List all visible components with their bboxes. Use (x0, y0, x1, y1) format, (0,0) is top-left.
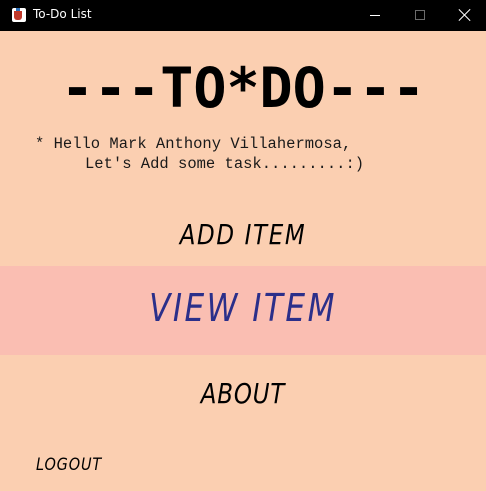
greeting-line-1: * Hello Mark Anthony Villahermosa, (35, 135, 352, 153)
view-item-button[interactable]: VIEW ITEM (44, 286, 443, 330)
close-button[interactable] (442, 0, 486, 31)
minimize-button[interactable] (352, 0, 398, 31)
maximize-button[interactable] (397, 0, 443, 31)
greeting-line-2: Let's Add some task.........:) (85, 155, 365, 173)
todo-window: To-Do List ---TO*DO--- * Hello Mark Anth… (0, 0, 486, 491)
maximize-icon (415, 10, 425, 20)
about-button[interactable]: ABOUT (44, 377, 443, 410)
window-title: To-Do List (33, 7, 92, 21)
close-icon (458, 8, 472, 22)
add-item-button[interactable]: ADD ITEM (44, 218, 443, 251)
logout-button[interactable]: LOGOUT (36, 455, 102, 475)
title-bar[interactable]: To-Do List (0, 0, 486, 31)
minimize-icon (370, 15, 380, 16)
page-title: ---TO*DO--- (60, 56, 426, 120)
java-cup-icon (12, 8, 26, 22)
